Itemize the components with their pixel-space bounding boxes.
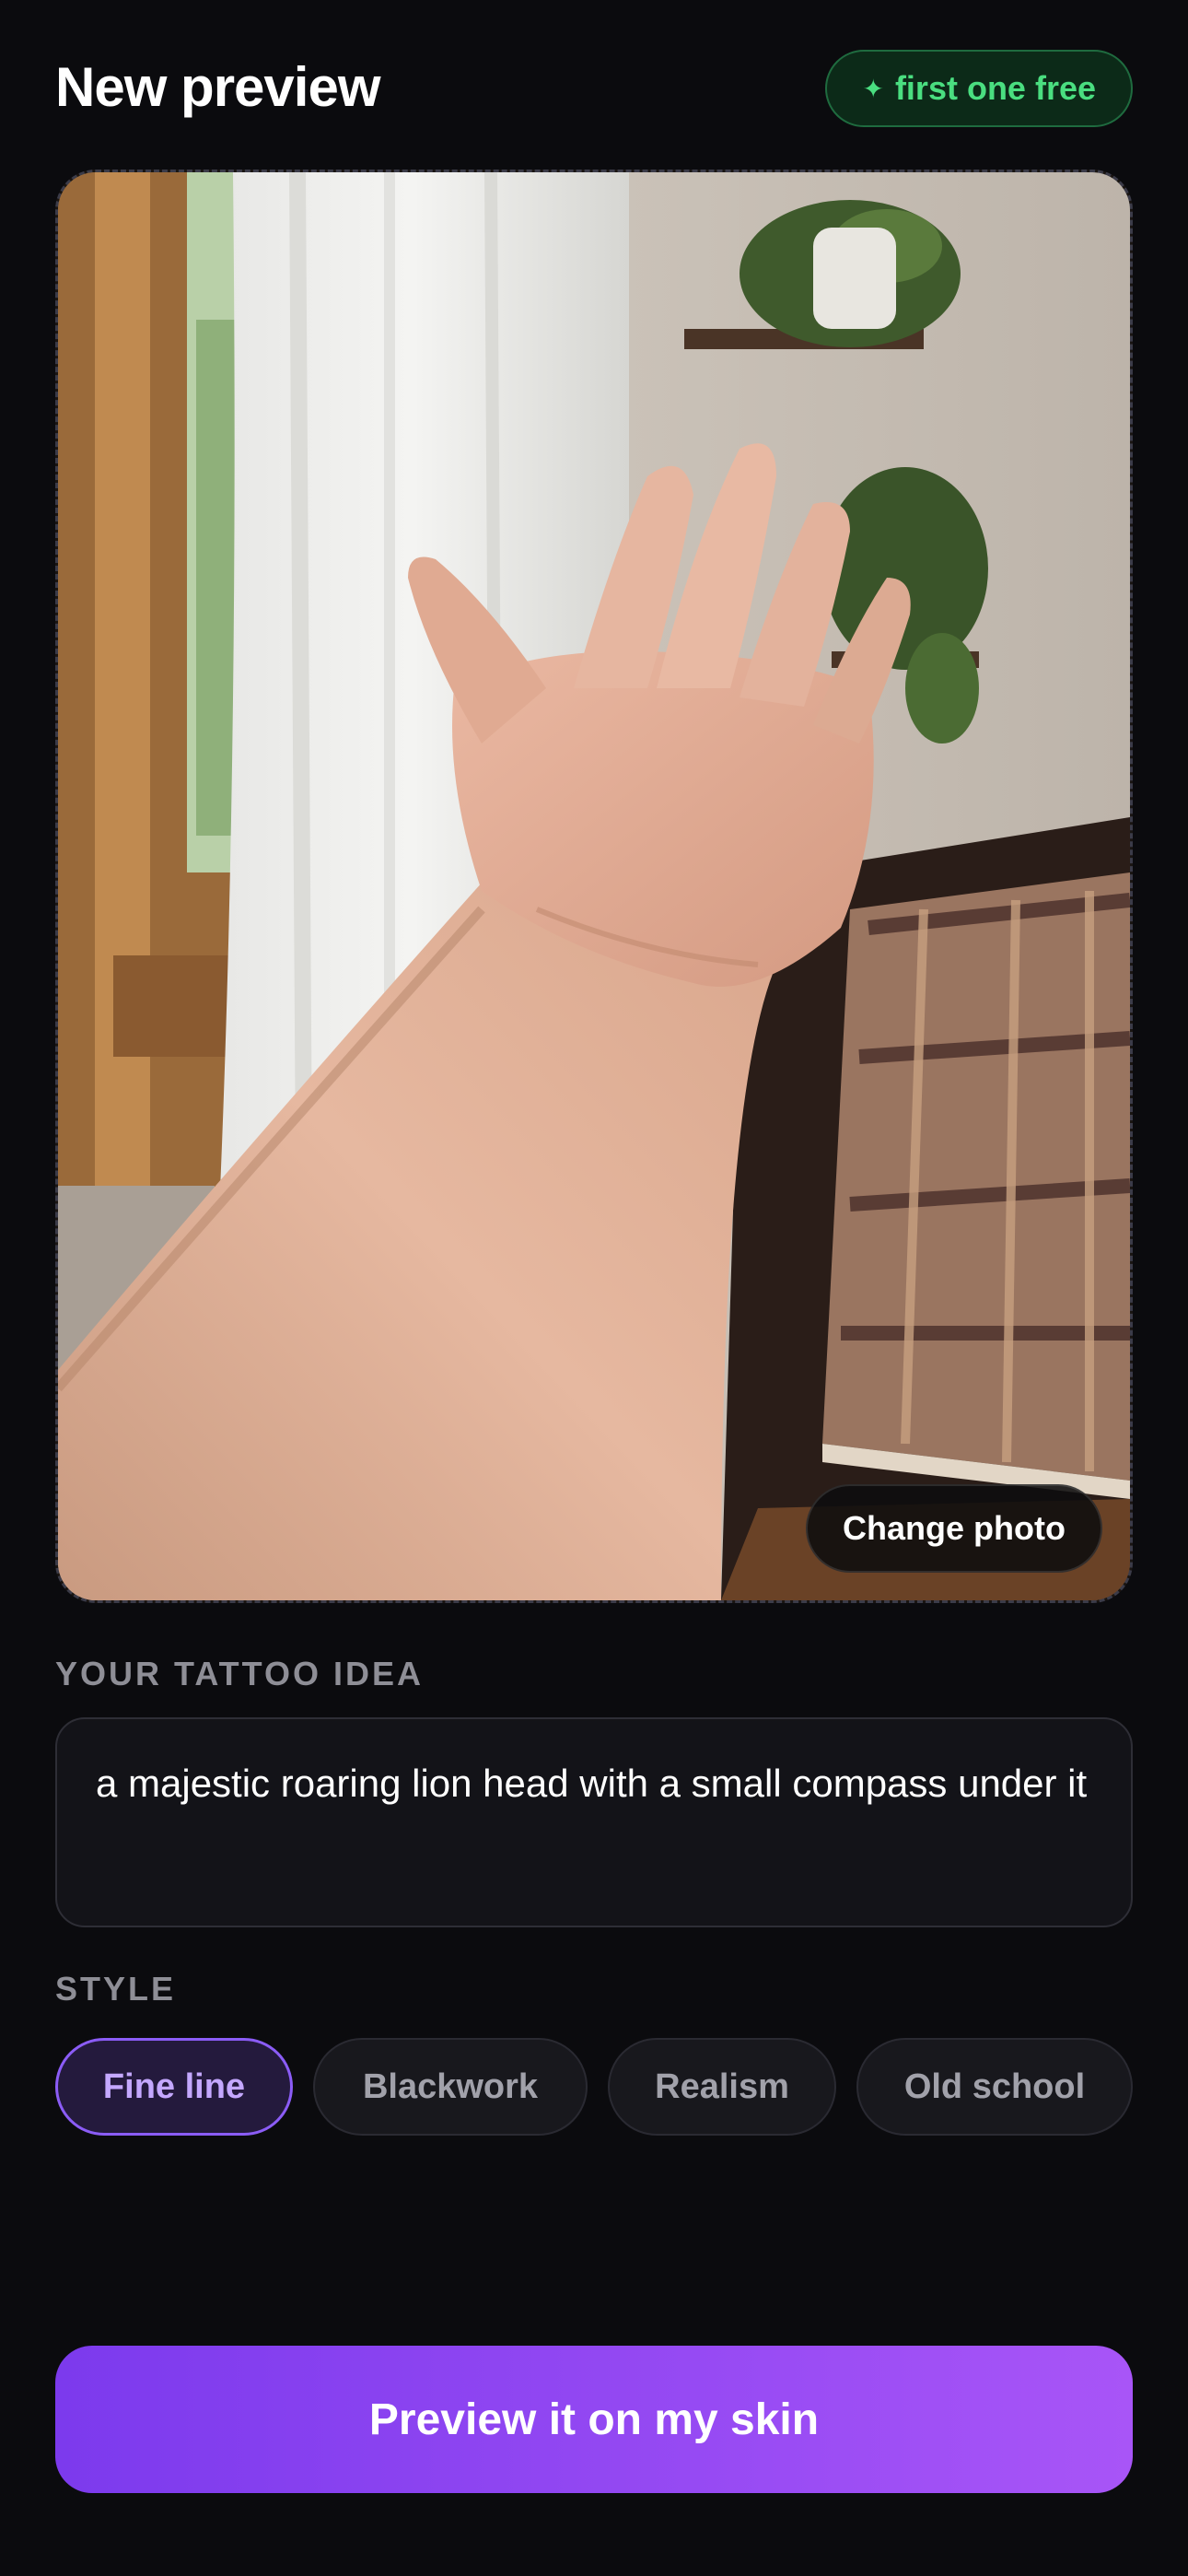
page-title: New preview xyxy=(55,56,380,118)
style-chip-old-school[interactable]: Old school xyxy=(856,2038,1133,2136)
photo-upload-area[interactable]: Change photo xyxy=(55,170,1133,1603)
style-label: STYLE xyxy=(55,1970,177,2008)
header: New preview ✦ first one free xyxy=(55,50,1133,131)
sparkle-icon: ✦ xyxy=(862,73,884,104)
style-chip-row[interactable]: Fine line Blackwork Realism Old school xyxy=(55,2038,1133,2139)
free-badge-label: first one free xyxy=(894,69,1096,107)
tattoo-idea-label: YOUR TATTOO IDEA xyxy=(55,1655,425,1692)
change-photo-button[interactable]: Change photo xyxy=(806,1484,1102,1573)
style-chip-realism[interactable]: Realism xyxy=(608,2038,836,2136)
style-chip-blackwork[interactable]: Blackwork xyxy=(313,2038,588,2136)
arm-photo xyxy=(58,172,1130,1600)
style-chip-fine-line[interactable]: Fine line xyxy=(55,2038,293,2136)
tattoo-idea-input[interactable]: a majestic roaring lion head with a smal… xyxy=(55,1717,1133,1927)
free-badge: ✦ first one free xyxy=(825,50,1133,127)
preview-on-skin-button[interactable]: Preview it on my skin xyxy=(55,2346,1133,2493)
